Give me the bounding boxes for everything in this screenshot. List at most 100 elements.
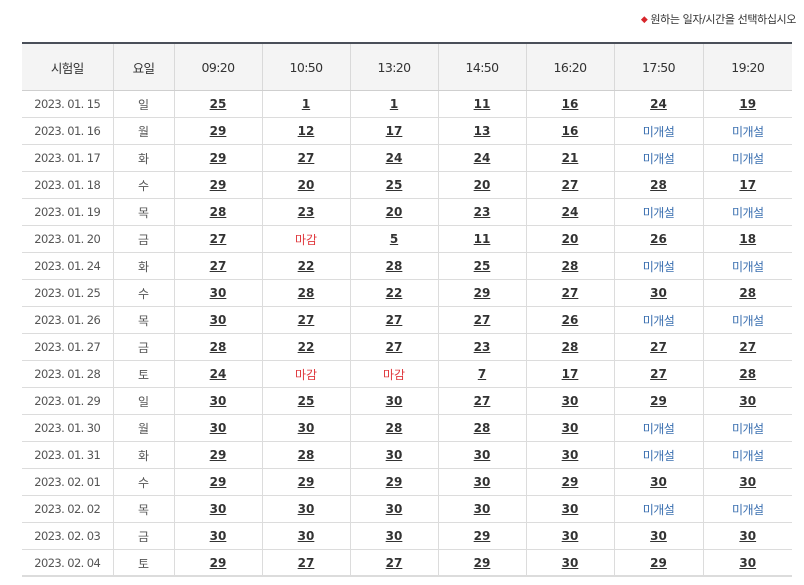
available-seats-link[interactable]: 30 xyxy=(474,502,491,516)
available-seats-link[interactable]: 25 xyxy=(474,259,491,273)
available-seats-link[interactable]: 13 xyxy=(474,124,491,138)
available-seats-link[interactable]: 30 xyxy=(739,556,756,570)
available-seats-link[interactable]: 28 xyxy=(474,421,491,435)
available-seats-link[interactable]: 29 xyxy=(210,178,227,192)
available-seats-link[interactable]: 28 xyxy=(739,367,756,381)
available-seats-link[interactable]: 29 xyxy=(562,475,579,489)
available-seats-link[interactable]: 30 xyxy=(210,394,227,408)
available-seats-link[interactable]: 21 xyxy=(562,151,579,165)
available-seats-link[interactable]: 29 xyxy=(210,475,227,489)
available-seats-link[interactable]: 5 xyxy=(390,232,398,246)
available-seats-link[interactable]: 30 xyxy=(210,286,227,300)
available-seats-link[interactable]: 30 xyxy=(386,529,403,543)
available-seats-link[interactable]: 30 xyxy=(739,394,756,408)
available-seats-link[interactable]: 29 xyxy=(210,124,227,138)
available-seats-link[interactable]: 30 xyxy=(386,448,403,462)
available-seats-link[interactable]: 28 xyxy=(650,178,667,192)
available-seats-link[interactable]: 30 xyxy=(562,529,579,543)
available-seats-link[interactable]: 30 xyxy=(650,475,667,489)
available-seats-link[interactable]: 16 xyxy=(562,124,579,138)
available-seats-link[interactable]: 27 xyxy=(739,340,756,354)
available-seats-link[interactable]: 30 xyxy=(562,394,579,408)
available-seats-link[interactable]: 29 xyxy=(210,448,227,462)
available-seats-link[interactable]: 27 xyxy=(386,340,403,354)
available-seats-link[interactable]: 27 xyxy=(386,313,403,327)
available-seats-link[interactable]: 27 xyxy=(298,556,315,570)
available-seats-link[interactable]: 27 xyxy=(474,313,491,327)
available-seats-link[interactable]: 27 xyxy=(210,232,227,246)
available-seats-link[interactable]: 22 xyxy=(386,286,403,300)
available-seats-link[interactable]: 27 xyxy=(474,394,491,408)
available-seats-link[interactable]: 27 xyxy=(562,178,579,192)
available-seats-link[interactable]: 30 xyxy=(210,313,227,327)
available-seats-link[interactable]: 11 xyxy=(474,232,491,246)
available-seats-link[interactable]: 16 xyxy=(562,97,579,111)
available-seats-link[interactable]: 30 xyxy=(739,529,756,543)
available-seats-link[interactable]: 30 xyxy=(739,475,756,489)
available-seats-link[interactable]: 27 xyxy=(298,313,315,327)
available-seats-link[interactable]: 26 xyxy=(650,232,667,246)
available-seats-link[interactable]: 24 xyxy=(562,205,579,219)
available-seats-link[interactable]: 12 xyxy=(298,124,315,138)
available-seats-link[interactable]: 22 xyxy=(298,259,315,273)
available-seats-link[interactable]: 27 xyxy=(650,367,667,381)
available-seats-link[interactable]: 27 xyxy=(298,151,315,165)
available-seats-link[interactable]: 17 xyxy=(562,367,579,381)
available-seats-link[interactable]: 28 xyxy=(210,340,227,354)
available-seats-link[interactable]: 30 xyxy=(562,421,579,435)
available-seats-link[interactable]: 30 xyxy=(210,502,227,516)
available-seats-link[interactable]: 25 xyxy=(210,97,227,111)
available-seats-link[interactable]: 20 xyxy=(474,178,491,192)
available-seats-link[interactable]: 18 xyxy=(739,232,756,246)
available-seats-link[interactable]: 28 xyxy=(562,340,579,354)
available-seats-link[interactable]: 29 xyxy=(474,556,491,570)
available-seats-link[interactable]: 20 xyxy=(298,178,315,192)
available-seats-link[interactable]: 30 xyxy=(650,529,667,543)
available-seats-link[interactable]: 7 xyxy=(478,367,486,381)
available-seats-link[interactable]: 23 xyxy=(474,340,491,354)
available-seats-link[interactable]: 28 xyxy=(298,448,315,462)
available-seats-link[interactable]: 24 xyxy=(650,97,667,111)
available-seats-link[interactable]: 17 xyxy=(386,124,403,138)
available-seats-link[interactable]: 29 xyxy=(210,151,227,165)
available-seats-link[interactable]: 30 xyxy=(474,448,491,462)
available-seats-link[interactable]: 30 xyxy=(474,475,491,489)
available-seats-link[interactable]: 30 xyxy=(210,529,227,543)
available-seats-link[interactable]: 27 xyxy=(562,286,579,300)
available-seats-link[interactable]: 29 xyxy=(650,394,667,408)
available-seats-link[interactable]: 20 xyxy=(386,205,403,219)
available-seats-link[interactable]: 22 xyxy=(298,340,315,354)
available-seats-link[interactable]: 26 xyxy=(562,313,579,327)
available-seats-link[interactable]: 27 xyxy=(650,340,667,354)
available-seats-link[interactable]: 1 xyxy=(302,97,310,111)
available-seats-link[interactable]: 29 xyxy=(474,529,491,543)
available-seats-link[interactable]: 30 xyxy=(210,421,227,435)
available-seats-link[interactable]: 1 xyxy=(390,97,398,111)
available-seats-link[interactable]: 24 xyxy=(386,151,403,165)
available-seats-link[interactable]: 29 xyxy=(474,286,491,300)
available-seats-link[interactable]: 25 xyxy=(298,394,315,408)
available-seats-link[interactable]: 28 xyxy=(386,259,403,273)
available-seats-link[interactable]: 30 xyxy=(386,394,403,408)
available-seats-link[interactable]: 19 xyxy=(739,97,756,111)
available-seats-link[interactable]: 28 xyxy=(386,421,403,435)
available-seats-link[interactable]: 29 xyxy=(210,556,227,570)
available-seats-link[interactable]: 28 xyxy=(562,259,579,273)
available-seats-link[interactable]: 11 xyxy=(474,97,491,111)
available-seats-link[interactable]: 29 xyxy=(386,475,403,489)
available-seats-link[interactable]: 29 xyxy=(298,475,315,489)
available-seats-link[interactable]: 24 xyxy=(210,367,227,381)
available-seats-link[interactable]: 30 xyxy=(562,556,579,570)
available-seats-link[interactable]: 24 xyxy=(474,151,491,165)
available-seats-link[interactable]: 25 xyxy=(386,178,403,192)
available-seats-link[interactable]: 27 xyxy=(386,556,403,570)
available-seats-link[interactable]: 30 xyxy=(298,502,315,516)
available-seats-link[interactable]: 29 xyxy=(650,556,667,570)
available-seats-link[interactable]: 30 xyxy=(386,502,403,516)
available-seats-link[interactable]: 30 xyxy=(298,529,315,543)
available-seats-link[interactable]: 30 xyxy=(562,448,579,462)
available-seats-link[interactable]: 30 xyxy=(562,502,579,516)
available-seats-link[interactable]: 17 xyxy=(739,178,756,192)
available-seats-link[interactable]: 27 xyxy=(210,259,227,273)
available-seats-link[interactable]: 28 xyxy=(210,205,227,219)
